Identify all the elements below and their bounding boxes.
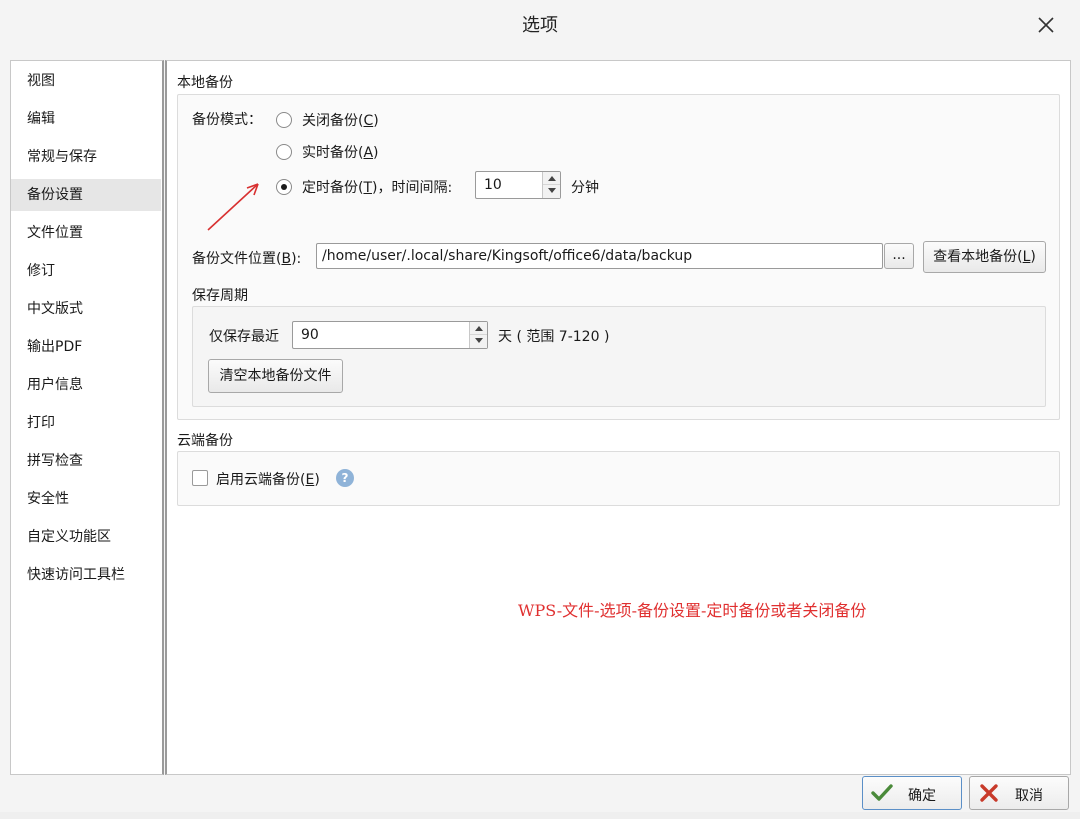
sidebar-item-spell-check[interactable]: 拼写检查 <box>11 445 161 477</box>
radio-backup-timed-label: 定时备份(T)，时间间隔: <box>302 180 453 196</box>
sidebar-item-revision[interactable]: 修订 <box>11 255 161 287</box>
browse-button[interactable]: ... <box>884 243 914 269</box>
sidebar-item-quick-access-toolbar[interactable]: 快速访问工具栏 <box>11 559 161 591</box>
content-panel: 本地备份 备份模式： 关闭备份(C) 实时备份(A) 定时备份(T)，时间间隔:… <box>165 60 1071 775</box>
sidebar-item-export-pdf[interactable]: 输出PDF <box>11 331 161 363</box>
sidebar-item-edit[interactable]: 编辑 <box>11 103 161 135</box>
sidebar-item-user-info[interactable]: 用户信息 <box>11 369 161 401</box>
retention-days-stepper[interactable] <box>292 321 488 349</box>
interval-decrement-button[interactable] <box>543 185 560 198</box>
keep-recent-label: 仅保存最近 <box>209 329 279 345</box>
sidebar-item-security[interactable]: 安全性 <box>11 483 161 515</box>
title-bar: 选项 <box>0 0 1080 52</box>
interval-increment-button[interactable] <box>543 172 560 185</box>
radio-circle-realtime <box>276 144 292 160</box>
backup-location-label: 备份文件位置(B): <box>192 251 302 267</box>
sidebar-item-print[interactable]: 打印 <box>11 407 161 439</box>
radio-circle-off <box>276 112 292 128</box>
retention-increment-button[interactable] <box>470 322 487 335</box>
sidebar-item-general-save[interactable]: 常规与保存 <box>11 141 161 173</box>
help-icon[interactable]: ? <box>336 469 354 487</box>
ok-button[interactable]: 确定 <box>862 776 962 810</box>
sidebar-item-customize-ribbon[interactable]: 自定义功能区 <box>11 521 161 553</box>
retention-period-title: 保存周期 <box>192 288 248 304</box>
sidebar-item-chinese-layout[interactable]: 中文版式 <box>11 293 161 325</box>
enable-cloud-backup-checkbox[interactable] <box>192 470 208 486</box>
sidebar-item-backup[interactable]: 备份设置 <box>11 179 161 211</box>
interval-spin-buttons <box>542 172 560 198</box>
red-annotation-text: WPS-文件-选项-备份设置-定时备份或者关闭备份 <box>518 601 867 620</box>
retention-period-group: 仅保存最近 天 ( 范围 7-120 ) 清空本地备份文件 <box>192 306 1046 407</box>
interval-stepper[interactable] <box>475 171 561 199</box>
backup-location-field[interactable]: /home/user/.local/share/Kingsoft/office6… <box>316 243 883 269</box>
retention-range-label: 天 ( 范围 7-120 ) <box>498 329 610 345</box>
retention-decrement-button[interactable] <box>470 335 487 348</box>
radio-backup-off[interactable]: 关闭备份(C) <box>276 110 379 130</box>
dialog-title: 选项 <box>522 15 558 36</box>
sidebar: 视图 编辑 常规与保存 备份设置 文件位置 修订 中文版式 输出PDF 用户信息… <box>10 60 164 775</box>
local-backup-title: 本地备份 <box>177 75 233 91</box>
radio-backup-realtime[interactable]: 实时备份(A) <box>276 142 379 162</box>
sidebar-item-view[interactable]: 视图 <box>11 65 161 97</box>
bottom-strip <box>0 812 1080 819</box>
close-icon[interactable] <box>1034 13 1058 37</box>
sidebar-item-file-location[interactable]: 文件位置 <box>11 217 161 249</box>
retention-spin-buttons <box>469 322 487 348</box>
view-local-backup-button[interactable]: 查看本地备份(L) <box>923 241 1046 273</box>
red-arrow-icon <box>207 183 259 231</box>
clear-local-backup-button[interactable]: 清空本地备份文件 <box>208 359 343 393</box>
retention-days-input[interactable] <box>293 322 469 348</box>
interval-unit-label: 分钟 <box>571 180 599 196</box>
interval-input[interactable] <box>476 172 542 198</box>
radio-backup-timed[interactable]: 定时备份(T)，时间间隔: <box>276 177 452 197</box>
radio-backup-realtime-label: 实时备份(A) <box>302 145 379 161</box>
cancel-button[interactable]: 取消 <box>969 776 1069 810</box>
backup-mode-label: 备份模式： <box>192 112 262 128</box>
cloud-backup-title: 云端备份 <box>177 433 233 449</box>
local-backup-group: 备份模式： 关闭备份(C) 实时备份(A) 定时备份(T)，时间间隔: 分钟 备… <box>177 94 1060 420</box>
ok-button-label: 确定 <box>908 788 936 804</box>
radio-circle-timed <box>276 179 292 195</box>
enable-cloud-backup-label: 启用云端备份(E) <box>216 472 320 488</box>
radio-backup-off-label: 关闭备份(C) <box>302 113 379 129</box>
cloud-backup-group: 启用云端备份(E) ? <box>177 451 1060 506</box>
cancel-button-label: 取消 <box>1015 788 1043 804</box>
